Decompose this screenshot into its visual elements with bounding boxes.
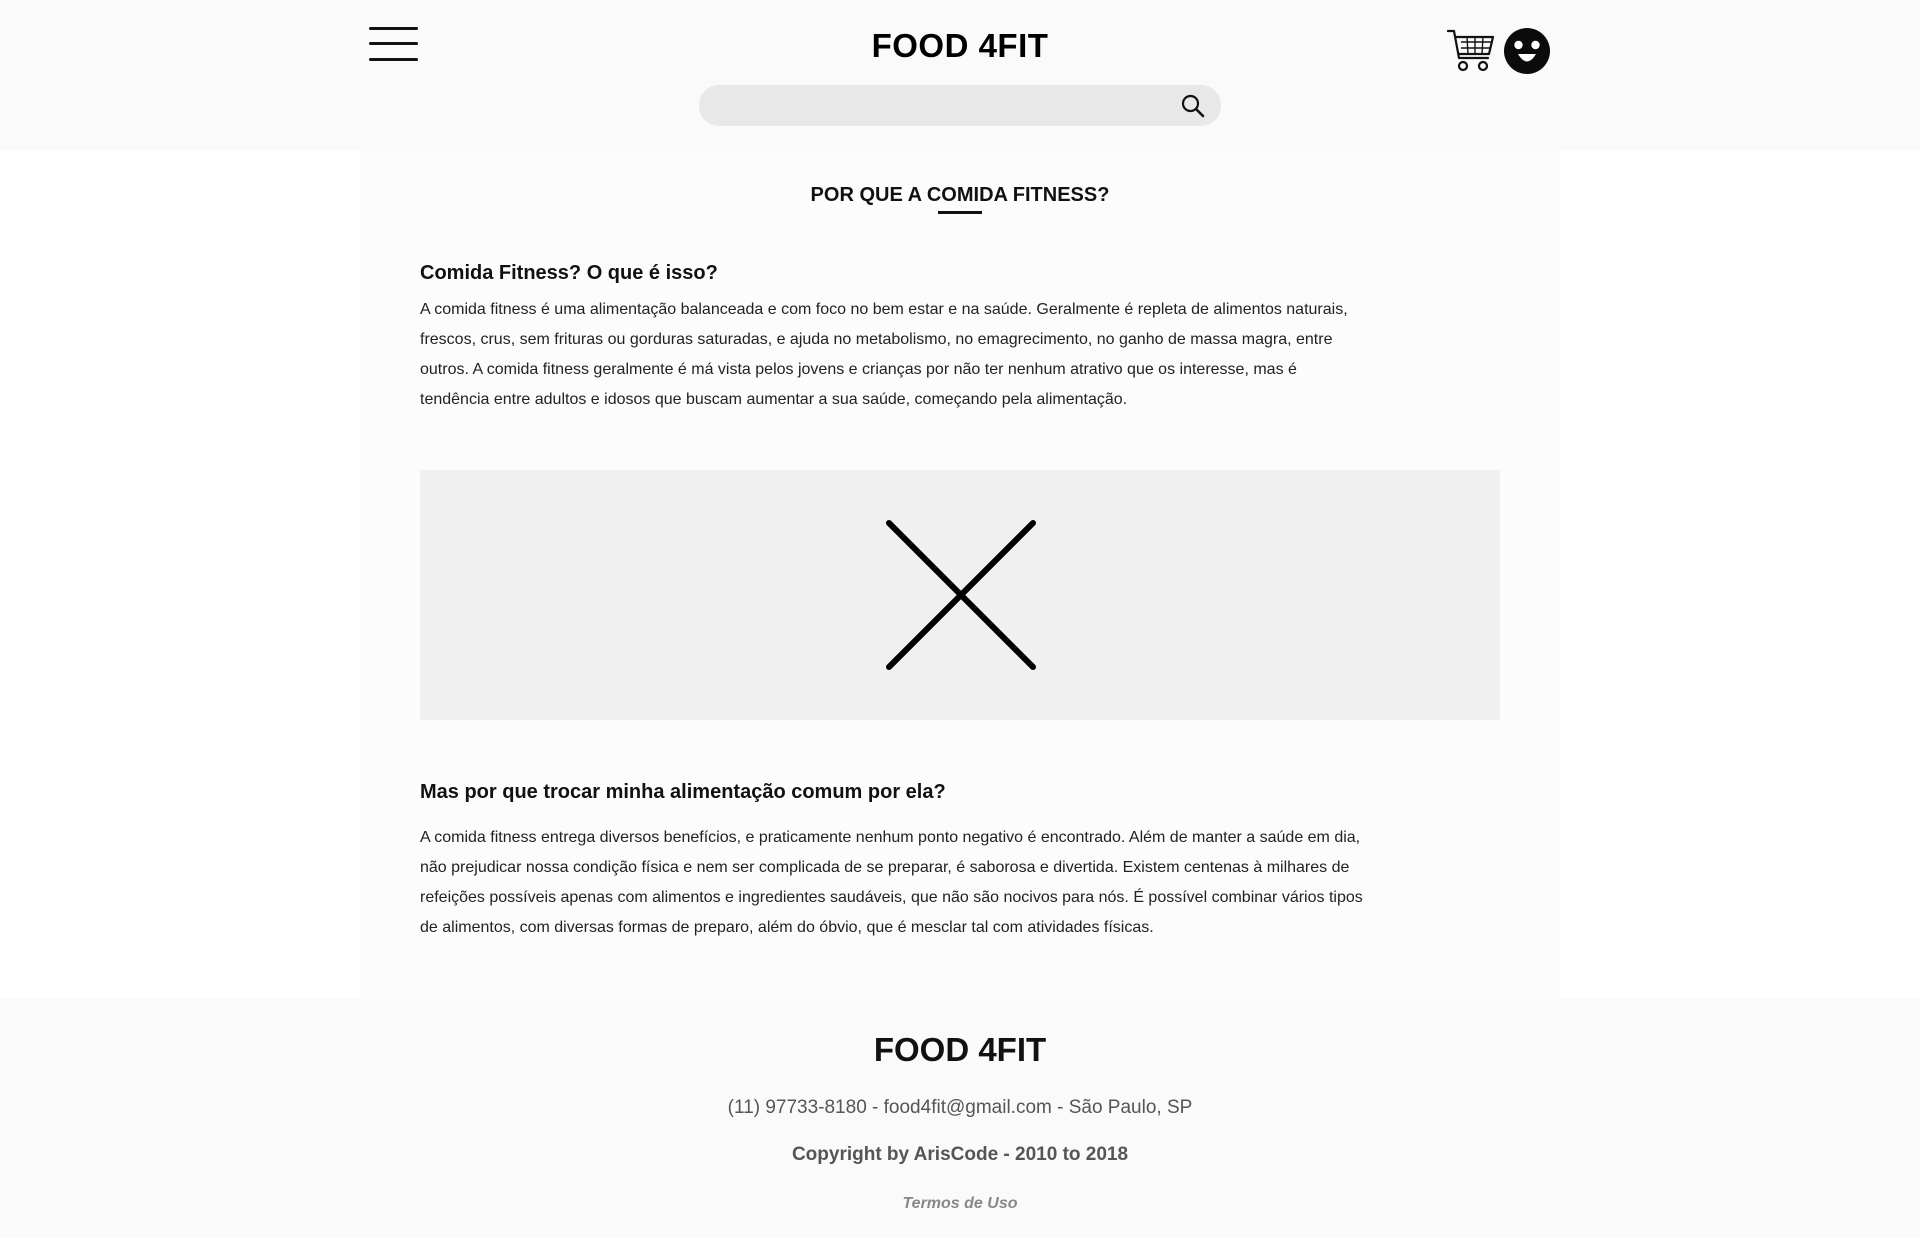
terms-of-use-link[interactable]: Termos de Uso <box>0 1194 1920 1214</box>
magnifier-icon[interactable] <box>1180 93 1206 119</box>
title-underline <box>938 211 982 214</box>
search-input[interactable] <box>715 85 1155 126</box>
section-paragraph: A comida fitness entrega diversos benefí… <box>420 829 1363 936</box>
section-heading: Mas por que trocar minha alimentação com… <box>420 781 946 803</box>
site-header: FOOD 4FIT <box>0 0 1920 151</box>
footer-contact: (11) 97733-8180 - food4fit@gmail.com - S… <box>727 1097 1193 1118</box>
shopping-cart-icon[interactable] <box>1447 28 1495 74</box>
brand-logo-text[interactable]: FOOD 4FIT <box>872 26 1049 66</box>
site-footer: FOOD 4FIT (11) 97733-8180 - food4fit@gma… <box>0 999 1920 1238</box>
image-placeholder <box>420 470 1500 720</box>
close-x-icon <box>886 520 1036 670</box>
search-bar <box>699 85 1221 126</box>
footer-brand: FOOD 4FIT <box>873 1031 1047 1068</box>
brand-logo: FOOD 4FIT <box>0 26 1920 66</box>
page-title: POR QUE A COMIDA FITNESS? <box>810 184 1110 206</box>
section-heading: Comida Fitness? O que é isso? <box>420 262 718 284</box>
main-content: POR QUE A COMIDA FITNESS? Comida Fitness… <box>360 151 1560 999</box>
user-avatar-icon[interactable] <box>1503 27 1551 75</box>
section-paragraph: A comida fitness é uma alimentação balan… <box>420 301 1348 408</box>
footer-copyright: Copyright by ArisCode - 2010 to 2018 <box>791 1144 1129 1165</box>
